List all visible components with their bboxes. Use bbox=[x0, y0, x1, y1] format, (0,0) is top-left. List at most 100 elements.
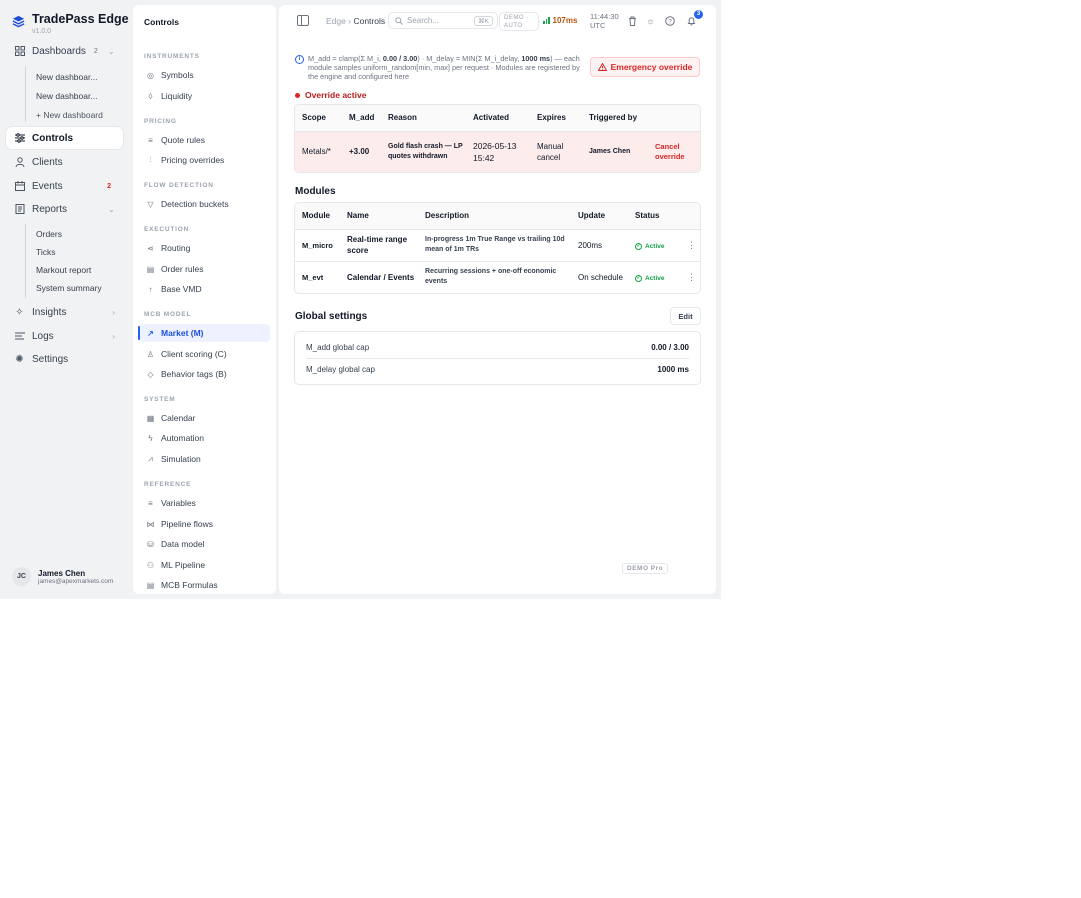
sparkles-icon: ✧ bbox=[15, 306, 24, 318]
sliders-icon bbox=[14, 133, 25, 144]
sidebar-item-label: Behavior tags (B) bbox=[161, 369, 227, 379]
sidebar-item-symbols[interactable]: ◎ Symbols bbox=[139, 66, 270, 84]
status-badge: ✓ Active bbox=[635, 275, 665, 283]
more-menu-icon[interactable]: ⋮ bbox=[676, 261, 700, 293]
user-profile[interactable]: JC James Chen james@apexmarkets.com bbox=[12, 567, 113, 586]
column-header: Reason bbox=[381, 105, 466, 132]
sidebar-item-routing[interactable]: ⋖ Routing bbox=[139, 239, 270, 257]
flow-icon: ⋈ bbox=[146, 519, 155, 529]
override-status: Override active bbox=[295, 90, 366, 100]
sidebar-item-simulation[interactable]: ⩘ Simulation bbox=[139, 450, 270, 468]
sidebar-item-label: Quote rules bbox=[161, 135, 205, 145]
sidebar-item-variables[interactable]: ≡ Variables bbox=[139, 494, 270, 512]
report-item-markout[interactable]: Markout report bbox=[36, 265, 91, 275]
sidebar-item-client-scoring[interactable]: ♙ Client scoring (C) bbox=[139, 345, 270, 363]
column-header: Status bbox=[628, 203, 676, 230]
sidebar-item-behavior-tags[interactable]: ◇ Behavior tags (B) bbox=[139, 365, 270, 383]
report-item-system-summary[interactable]: System summary bbox=[36, 283, 102, 293]
sidebar-item-label: Simulation bbox=[161, 454, 201, 464]
main-panel: Edge › Controls Search... ⌘K DEMO · AUTO… bbox=[279, 5, 716, 594]
override-triggered-by: James Chen bbox=[582, 131, 648, 172]
svg-text:?: ? bbox=[668, 18, 672, 25]
column-header: Expires bbox=[530, 105, 582, 132]
status-badge: ✓ Active bbox=[635, 243, 665, 250]
user-icon bbox=[14, 157, 25, 168]
sidebar-item-pipeline-flows[interactable]: ⋈ Pipeline flows bbox=[139, 515, 270, 533]
sidebar-item-label: Calendar bbox=[161, 413, 196, 423]
section-heading: INSTRUMENTS bbox=[144, 53, 200, 60]
secondary-sidebar: Controls INSTRUMENTS ◎ Symbols ◊ Liquidity… bbox=[133, 5, 276, 594]
nav-insights-label: Insights bbox=[32, 306, 67, 318]
search-input[interactable]: Search... ⌘K bbox=[388, 12, 498, 29]
global-settings-title: Global settings bbox=[295, 311, 368, 322]
mode-badge[interactable]: DEMO · AUTO bbox=[499, 12, 539, 31]
network-icon: ⚇ bbox=[146, 560, 155, 570]
sidebar-item-order-rules[interactable]: ▤ Order rules bbox=[139, 260, 270, 278]
filter-icon: ▽ bbox=[147, 199, 154, 209]
override-status-label: Override active bbox=[305, 90, 367, 100]
nav-logs-label: Logs bbox=[32, 330, 54, 342]
edit-button[interactable]: Edit bbox=[670, 307, 701, 325]
nav-controls-label: Controls bbox=[32, 132, 74, 144]
sidebar-item-liquidity[interactable]: ◊ Liquidity bbox=[139, 87, 270, 105]
document-icon: ▤ bbox=[146, 264, 155, 274]
sidebar-toggle-icon[interactable] bbox=[297, 15, 309, 26]
table-row[interactable]: M_micro Real-time range score In-progres… bbox=[295, 229, 700, 262]
app-shell: TradePass Edge v1.0.0 Dashboards 2 ⌄ New… bbox=[0, 0, 721, 599]
sidebar-item-ml-pipeline[interactable]: ⚇ ML Pipeline bbox=[139, 556, 270, 574]
nav-events[interactable]: Events 2 bbox=[6, 175, 123, 197]
section-heading: MCB MODEL bbox=[144, 311, 192, 318]
cancel-override-button[interactable]: Cancel override bbox=[655, 142, 685, 161]
grid-icon bbox=[14, 46, 25, 57]
nav-logs[interactable]: Logs › bbox=[6, 325, 123, 347]
symbol-icon: ◎ bbox=[147, 70, 154, 80]
nav-controls[interactable]: Controls bbox=[6, 127, 123, 149]
sidebar-item-calendar[interactable]: ▦ Calendar bbox=[139, 409, 270, 427]
override-scope: Metals/* bbox=[295, 131, 342, 172]
sidebar-item-automation[interactable]: ϟ Automation bbox=[139, 429, 270, 447]
help-icon[interactable]: ? bbox=[664, 15, 675, 26]
sidebar-item-market-m[interactable]: ↗ Market (M) bbox=[138, 324, 270, 342]
nav-reports[interactable]: Reports ⌄ bbox=[6, 198, 123, 220]
dashboard-item[interactable]: New dashboar... bbox=[36, 72, 97, 82]
more-menu-icon[interactable]: ⋮ bbox=[676, 229, 700, 262]
new-dashboard-link[interactable]: + New dashboard bbox=[36, 110, 103, 120]
nav-dashboards[interactable]: Dashboards 2 ⌄ bbox=[6, 40, 123, 62]
sidebar-item-label: Routing bbox=[161, 243, 191, 253]
notification-count: 3 bbox=[694, 10, 703, 19]
table-row[interactable]: M_evt Calendar / Events Recurring sessio… bbox=[295, 261, 700, 293]
setting-label: M_delay global cap bbox=[306, 365, 375, 374]
list-icon: ≡ bbox=[148, 498, 153, 508]
dashboard-item[interactable]: New dashboar... bbox=[36, 91, 97, 101]
column-header: Module bbox=[295, 203, 340, 230]
sidebar-item-quote-rules[interactable]: ≡ Quote rules bbox=[139, 131, 270, 149]
sidebar-item-mcb-formulas[interactable]: ▤ MCB Formulas bbox=[139, 576, 270, 594]
modules-table: Module Name Description Update Status M_… bbox=[294, 202, 701, 294]
sidebar-item-label: Detection buckets bbox=[161, 199, 229, 209]
sidebar-item-base-vmd[interactable]: ↑ Base VMD bbox=[139, 280, 270, 298]
sidebar-item-data-model[interactable]: ⛁ Data model bbox=[139, 535, 270, 553]
report-item-orders[interactable]: Orders bbox=[36, 229, 62, 239]
override-m-add: +3.00 bbox=[342, 131, 381, 172]
report-item-ticks[interactable]: Ticks bbox=[36, 247, 56, 257]
override-activated: 2026-05-13 15:42 bbox=[466, 131, 530, 172]
module-update: 200ms bbox=[571, 229, 628, 262]
nav-insights[interactable]: ✧ Insights › bbox=[6, 301, 123, 323]
emergency-override-button[interactable]: Emergency override bbox=[590, 57, 700, 77]
column-header: Triggered by bbox=[582, 105, 648, 132]
brand[interactable]: TradePass Edge v1.0.0 bbox=[12, 12, 129, 36]
sidebar-item-pricing-overrides[interactable]: ⫶ Pricing overrides bbox=[139, 151, 270, 169]
trash-icon[interactable] bbox=[627, 15, 638, 26]
nav-settings[interactable]: ✺ Settings bbox=[6, 348, 123, 370]
column-header: Description bbox=[418, 203, 571, 230]
sun-icon[interactable]: ☼ bbox=[645, 15, 656, 26]
logs-icon bbox=[14, 331, 25, 342]
section-heading: FLOW DETECTION bbox=[144, 182, 214, 189]
nav-clients[interactable]: Clients bbox=[6, 151, 123, 173]
sidebar-item-label: Market (M) bbox=[161, 328, 204, 338]
sidebar-item-detection-buckets[interactable]: ▽ Detection buckets bbox=[139, 195, 270, 213]
latency-value: 107ms bbox=[552, 16, 578, 25]
module-id: M_micro bbox=[295, 229, 340, 262]
breadcrumb-root[interactable]: Edge bbox=[326, 16, 346, 26]
section-heading: REFERENCE bbox=[144, 481, 192, 488]
